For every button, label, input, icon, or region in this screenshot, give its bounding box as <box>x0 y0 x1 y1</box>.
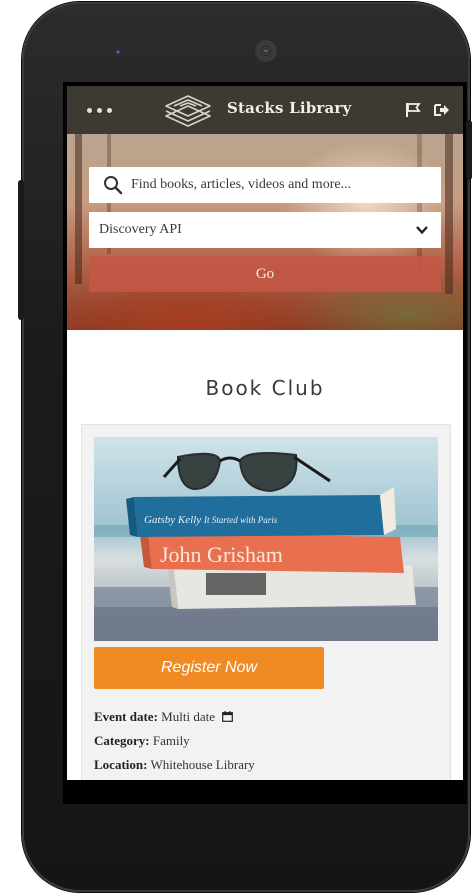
front-camera <box>113 47 123 57</box>
power-button <box>466 120 472 180</box>
phone-screen: Stacks Library Find books, articles, vid… <box>63 82 467 804</box>
event-date-value: Multi date <box>161 709 215 724</box>
app-brand[interactable]: Stacks Library <box>227 99 351 117</box>
search-icon <box>104 176 123 195</box>
hero-tree <box>75 134 82 284</box>
proximity-sensor <box>410 49 428 55</box>
book-spine-subtitle-1: It Started with Paris <box>203 515 278 525</box>
event-location-label: Location: <box>94 757 148 772</box>
flag-icon[interactable] <box>403 100 423 120</box>
more-icon[interactable] <box>87 102 117 118</box>
search-hero: Discovery API Go <box>67 134 463 330</box>
book-spine-title-2: John Grisham <box>160 542 283 567</box>
chevron-down-icon <box>416 226 428 235</box>
register-now-button[interactable]: Register Now <box>94 647 324 689</box>
app-header: Stacks Library <box>67 86 463 134</box>
speaker-grille <box>255 40 277 62</box>
hero-tree <box>445 134 453 294</box>
phone-frame: Stacks Library Find books, articles, vid… <box>22 2 470 892</box>
volume-button <box>18 180 24 320</box>
search-input[interactable] <box>131 167 431 203</box>
source-select[interactable]: Discovery API <box>89 212 441 248</box>
event-date-row: Event date: Multi date <box>94 709 234 725</box>
go-button[interactable]: Go <box>89 256 441 292</box>
hero-tree <box>417 134 422 274</box>
page-title: Book Club <box>205 376 325 400</box>
event-category-value: Family <box>152 733 190 748</box>
event-category-row: Category: Family <box>94 733 190 749</box>
event-image: John Grisham Gatsby Kelly It Started wit… <box>94 437 438 641</box>
sign-out-icon[interactable] <box>432 100 452 120</box>
calendar-icon[interactable] <box>222 711 234 722</box>
logo-icon[interactable] <box>160 90 216 130</box>
app-viewport: Stacks Library Find books, articles, vid… <box>67 86 463 780</box>
event-category-label: Category: <box>94 733 150 748</box>
source-select-value: Discovery API <box>99 222 182 237</box>
search-field[interactable] <box>89 167 441 203</box>
event-date-label: Event date: <box>94 709 158 724</box>
book-spine-title-1: Gatsby Kelly <box>144 514 201 526</box>
event-location-value: Whitehouse Library <box>150 757 255 772</box>
event-location-row: Location: Whitehouse Library <box>94 757 255 773</box>
event-card: John Grisham Gatsby Kelly It Started wit… <box>81 424 451 780</box>
